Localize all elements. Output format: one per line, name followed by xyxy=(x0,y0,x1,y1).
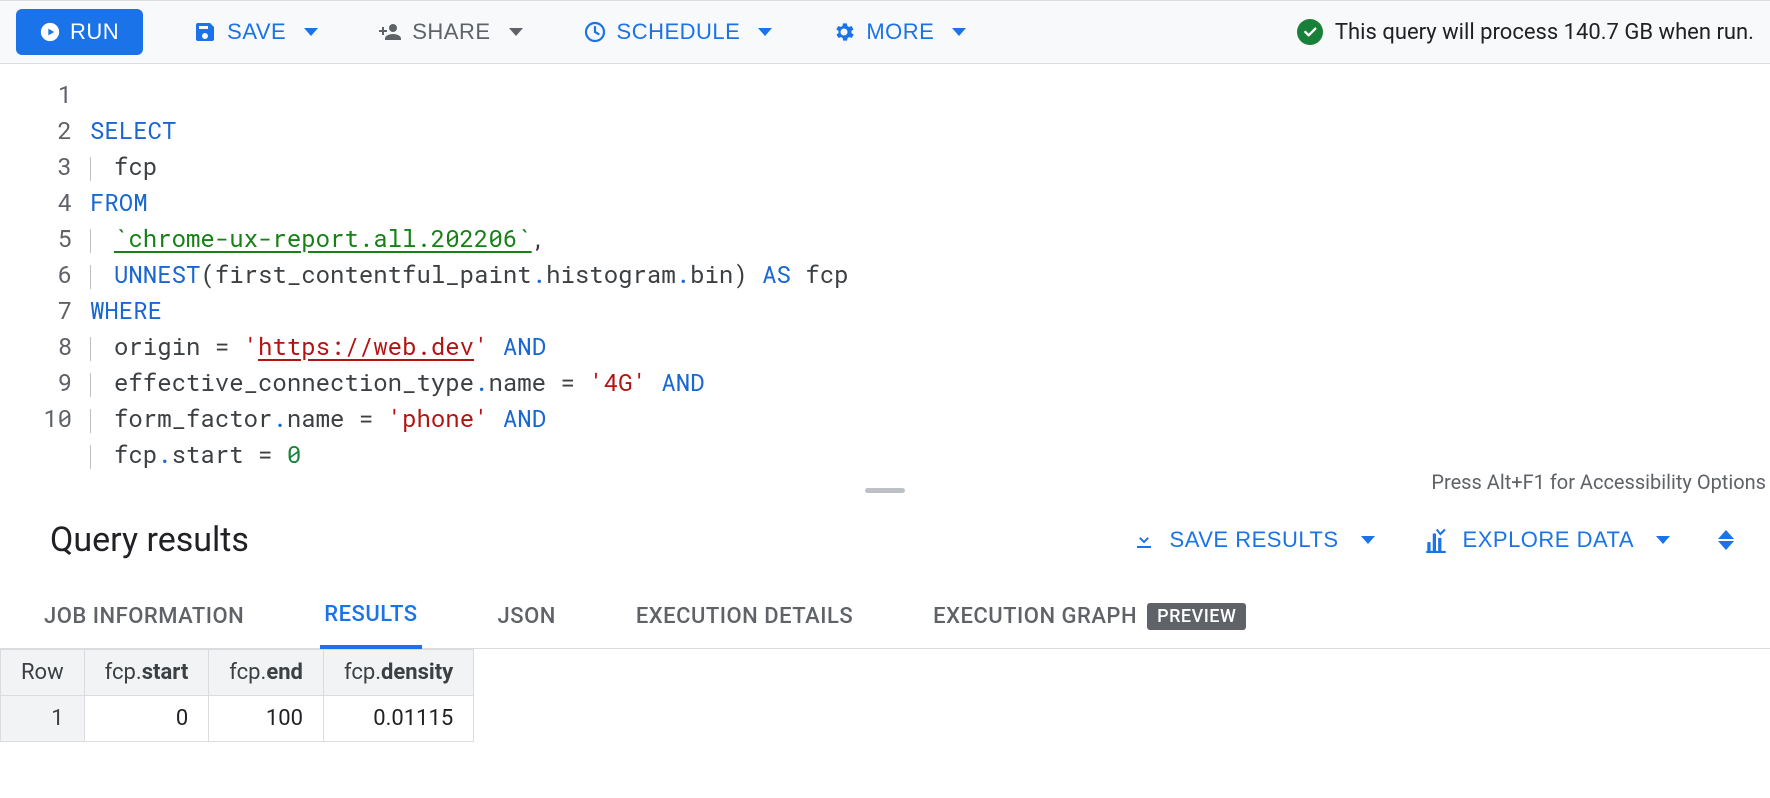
explore-data-label: EXPLORE DATA xyxy=(1463,527,1634,553)
schedule-label: SCHEDULE xyxy=(617,19,741,45)
line-number: 1 xyxy=(0,76,72,112)
tab-execution-graph-label: EXECUTION GRAPH xyxy=(933,604,1137,629)
chevron-down-icon xyxy=(758,28,772,36)
run-button[interactable]: RUN xyxy=(16,9,143,55)
toolbar: RUN SAVE SHARE SCHEDULE MORE This query … xyxy=(0,0,1770,64)
explore-data-button[interactable]: EXPLORE DATA xyxy=(1423,527,1670,553)
col-fcp-end[interactable]: fcp.end xyxy=(209,650,324,696)
download-icon xyxy=(1132,528,1156,552)
save-button[interactable]: SAVE xyxy=(183,13,328,51)
pane-divider[interactable]: Press Alt+F1 for Accessibility Options xyxy=(0,484,1770,496)
line-number: 6 xyxy=(0,256,72,292)
chevron-down-icon xyxy=(509,28,523,36)
col-row[interactable]: Row xyxy=(1,650,85,696)
sql-editor[interactable]: 12345678910 SELECT fcp FROM `chrome-ux-r… xyxy=(0,64,1770,484)
chevron-down-icon xyxy=(1718,541,1734,550)
save-label: SAVE xyxy=(227,19,286,45)
line-gutter: 12345678910 xyxy=(0,64,90,484)
col-fcp-start[interactable]: fcp.start xyxy=(84,650,209,696)
drag-handle-icon xyxy=(865,488,905,493)
cell-density: 0.01115 xyxy=(323,696,473,742)
share-label: SHARE xyxy=(412,19,490,45)
chevron-down-icon xyxy=(304,28,318,36)
check-circle-icon xyxy=(1297,19,1323,45)
share-button[interactable]: SHARE xyxy=(368,13,532,51)
schedule-button[interactable]: SCHEDULE xyxy=(573,13,783,51)
cell-end: 100 xyxy=(209,696,324,742)
line-number: 4 xyxy=(0,184,72,220)
preview-badge: PREVIEW xyxy=(1147,603,1246,630)
play-icon xyxy=(40,22,60,42)
save-results-label: SAVE RESULTS xyxy=(1170,527,1339,553)
cell-start: 0 xyxy=(84,696,209,742)
code-area[interactable]: SELECT fcp FROM `chrome-ux-report.all.20… xyxy=(90,64,1770,484)
line-number: 7 xyxy=(0,292,72,328)
tab-execution-graph[interactable]: EXECUTION GRAPH PREVIEW xyxy=(929,585,1250,648)
results-tabs: JOB INFORMATION RESULTS JSON EXECUTION D… xyxy=(0,584,1770,649)
table-row[interactable]: 101000.01115 xyxy=(1,696,474,742)
chevron-down-icon xyxy=(1361,536,1375,544)
save-icon xyxy=(193,20,217,44)
status-text: This query will process 140.7 GB when ru… xyxy=(1335,20,1754,45)
chevron-down-icon xyxy=(1656,536,1670,544)
line-number: 5 xyxy=(0,220,72,256)
chevron-down-icon xyxy=(952,28,966,36)
chevron-up-icon xyxy=(1718,530,1734,539)
gear-icon xyxy=(832,20,856,44)
results-table: Row fcp.start fcp.end fcp.density 101000… xyxy=(0,649,474,742)
line-number: 2 xyxy=(0,112,72,148)
chart-icon xyxy=(1423,527,1449,553)
line-number: 9 xyxy=(0,364,72,400)
expand-collapse-toggle[interactable] xyxy=(1718,530,1734,550)
person-add-icon xyxy=(378,20,402,44)
col-fcp-density[interactable]: fcp.density xyxy=(323,650,473,696)
more-button[interactable]: MORE xyxy=(822,13,976,51)
query-cost-status: This query will process 140.7 GB when ru… xyxy=(1297,19,1754,45)
line-number: 3 xyxy=(0,148,72,184)
line-number: 10 xyxy=(0,400,72,436)
clock-icon xyxy=(583,20,607,44)
run-label: RUN xyxy=(70,19,119,45)
line-number: 8 xyxy=(0,328,72,364)
tab-results[interactable]: RESULTS xyxy=(320,584,421,649)
tab-execution-details[interactable]: EXECUTION DETAILS xyxy=(632,586,857,647)
tab-json[interactable]: JSON xyxy=(494,586,560,647)
cell-rownum: 1 xyxy=(1,696,85,742)
save-results-button[interactable]: SAVE RESULTS xyxy=(1132,527,1375,553)
more-label: MORE xyxy=(866,19,934,45)
results-title: Query results xyxy=(50,520,1084,560)
accessibility-hint: Press Alt+F1 for Accessibility Options xyxy=(1431,470,1766,494)
table-header-row: Row fcp.start fcp.end fcp.density xyxy=(1,650,474,696)
results-header: Query results SAVE RESULTS EXPLORE DATA xyxy=(0,496,1770,584)
tab-job-information[interactable]: JOB INFORMATION xyxy=(40,586,248,647)
